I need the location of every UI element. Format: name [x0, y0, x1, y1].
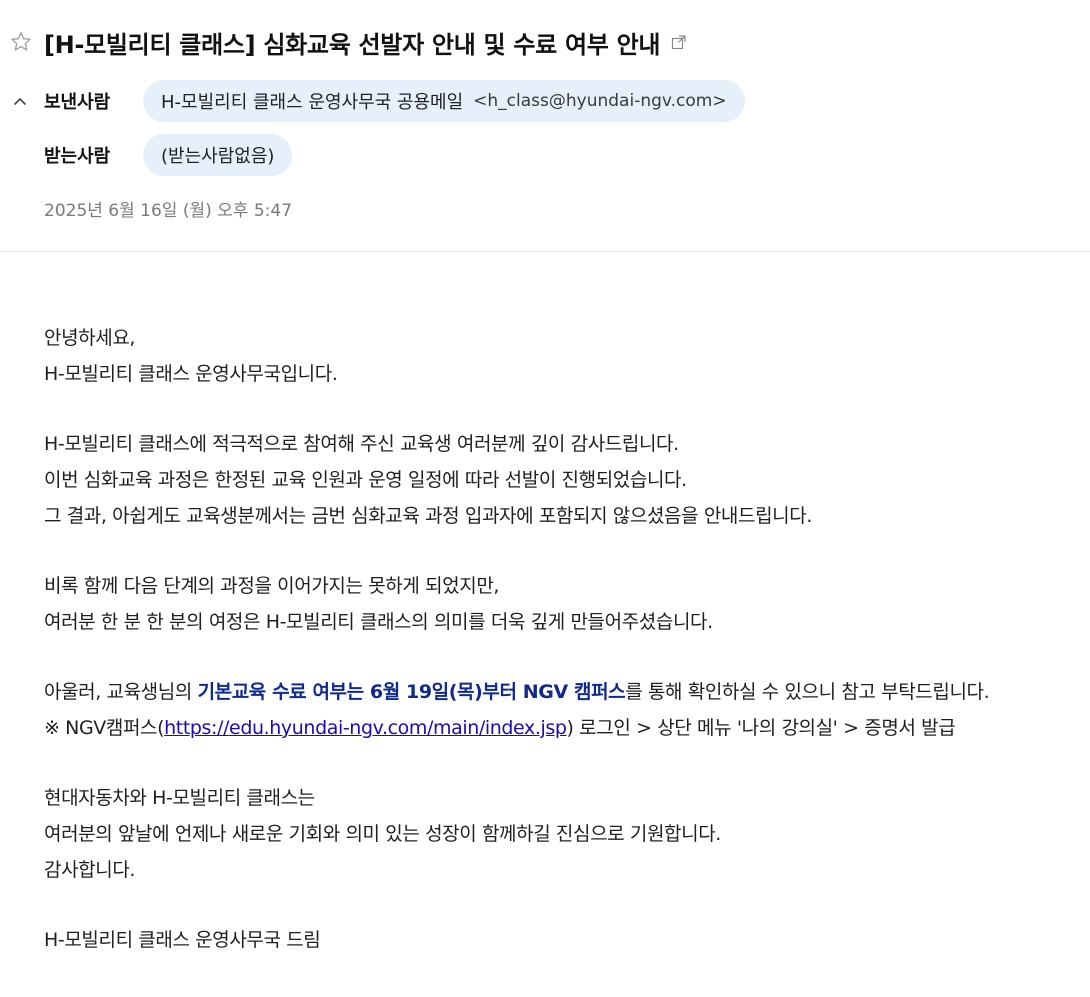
body-line: 감사합니다.	[44, 859, 136, 881]
sender-email: <h_class@hyundai-ngv.com>	[473, 91, 727, 111]
body-line: 안녕하세요,	[44, 327, 136, 349]
notice-text: 아울러, 교육생님의	[44, 681, 198, 703]
body-line: H-모빌리티 클래스에 적극적으로 참여해 주신 교육생 여러분께 깊이 감사드…	[44, 433, 679, 455]
body-line: H-모빌리티 클래스 운영사무국입니다.	[44, 363, 338, 385]
campus-text: ※ NGV캠퍼스(	[44, 717, 165, 739]
notice-text: 를 통해 확인하실 수 있으니 참고 부탁드립니다.	[625, 681, 990, 703]
open-external-icon[interactable]	[670, 33, 688, 51]
body-line-campus: ※ NGV캠퍼스(https://edu.hyundai-ngv.com/mai…	[44, 710, 989, 746]
email-header: [H-모빌리티 클래스] 심화교육 선발자 안내 및 수료 여부 안내 보낸사람…	[0, 0, 1090, 252]
email-date: 2025년 6월 16일 (월) 오후 5:47	[44, 201, 293, 221]
recipient-label: 받는사람	[44, 146, 111, 167]
sender-label: 보낸사람	[44, 92, 111, 113]
campus-text: ) 로그인 > 상단 메뉴 '나의 강의실' > 증명서 발급	[566, 717, 956, 739]
body-line: 비록 함께 다음 단계의 과정을 이어가지는 못하게 되었지만,	[44, 575, 500, 597]
sender-name: H-모빌리티 클래스 운영사무국 공용메일	[161, 92, 464, 113]
recipient-chip[interactable]: (받는사람없음)	[143, 134, 293, 176]
email-subject: [H-모빌리티 클래스] 심화교육 선발자 안내 및 수료 여부 안내	[44, 30, 661, 59]
email-body: 안녕하세요, H-모빌리티 클래스 운영사무국입니다. H-모빌리티 클래스에 …	[44, 320, 990, 958]
body-line: 그 결과, 아쉽게도 교육생분께서는 금번 심화교육 과정 입과자에 포함되지 …	[44, 505, 812, 527]
body-line: 여러분의 앞날에 언제나 새로운 기회와 의미 있는 성장이 함께하길 진심으로…	[44, 823, 721, 845]
recipient-value: (받는사람없음)	[161, 146, 275, 167]
body-line-notice: 아울러, 교육생님의 기본교육 수료 여부는 6월 19일(목)부터 NGV 캠…	[44, 674, 990, 710]
completion-highlight: 기본교육 수료 여부는 6월 19일(목)부터 NGV 캠퍼스	[197, 681, 626, 703]
body-line: 여러분 한 분 한 분의 여정은 H-모빌리티 클래스의 의미를 더욱 깊게 만…	[44, 611, 713, 633]
body-line: 이번 심화교육 과정은 한정된 교육 인원과 운영 일정에 따라 선발이 진행되…	[44, 469, 687, 491]
subject-row: [H-모빌리티 클래스] 심화교육 선발자 안내 및 수료 여부 안내	[8, 22, 688, 62]
sender-chip[interactable]: H-모빌리티 클래스 운영사무국 공용메일 <h_class@hyundai-n…	[143, 80, 745, 122]
signature: H-모빌리티 클래스 운영사무국 드림	[44, 929, 321, 951]
star-icon[interactable]	[8, 29, 34, 55]
chevron-up-icon[interactable]	[10, 91, 30, 111]
ngv-campus-link[interactable]: https://edu.hyundai-ngv.com/main/index.j…	[164, 717, 567, 739]
body-line: 현대자동차와 H-모빌리티 클래스는	[44, 787, 315, 809]
